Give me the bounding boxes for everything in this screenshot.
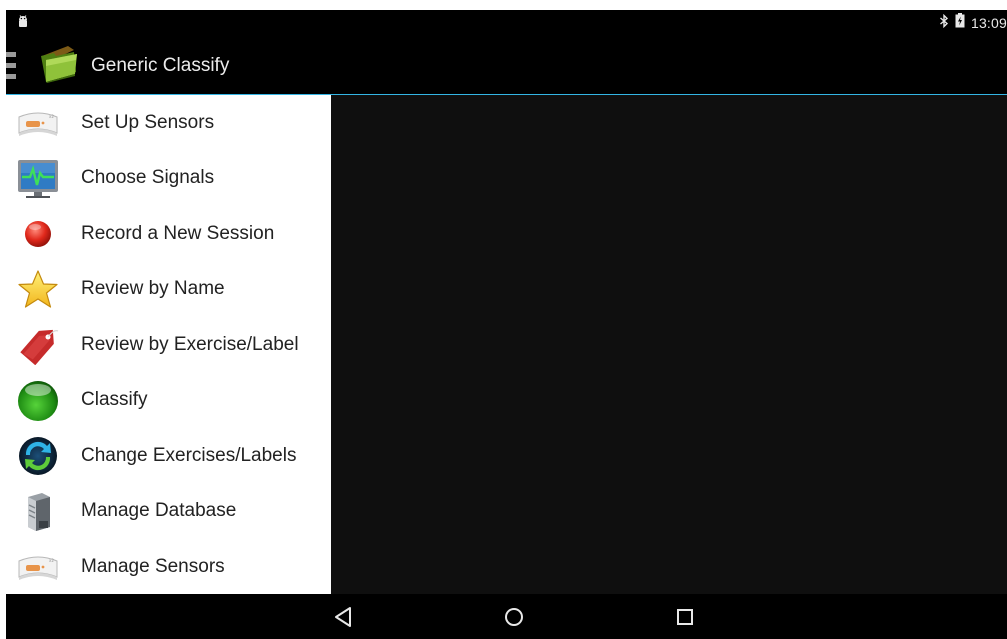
record-icon (14, 212, 62, 256)
svg-text:x2: x2 (49, 558, 54, 563)
drawer-item-label: Set Up Sensors (81, 111, 215, 133)
sensor-card-icon: x2 (14, 545, 62, 589)
tag-icon (14, 323, 62, 367)
drawer-item-manage-database[interactable]: Manage Database (6, 484, 331, 540)
drawer-item-review-by-name[interactable]: Review by Name (6, 262, 331, 318)
drawer-item-set-up-sensors[interactable]: x2 Set Up Sensors (6, 95, 331, 151)
android-debug-icon (17, 14, 29, 33)
drawer-item-label: Record a New Session (81, 222, 275, 244)
main-content (331, 95, 1007, 594)
drawer-item-label: Review by Name (81, 278, 225, 300)
device-screen: 13:09 Generic Classify x2 Set Up Sensors… (6, 10, 1007, 639)
system-nav-bar (6, 594, 1007, 639)
bluetooth-icon (939, 13, 949, 32)
drawer-item-classify[interactable]: Classify (6, 373, 331, 429)
drawer-item-record-session[interactable]: Record a New Session (6, 206, 331, 262)
drawer-item-choose-signals[interactable]: Choose Signals (6, 151, 331, 207)
drawer-item-label: Manage Sensors (81, 555, 225, 577)
drawer-item-review-by-exercise[interactable]: Review by Exercise/Label (6, 317, 331, 373)
status-time: 13:09 (970, 14, 1007, 31)
sync-icon (14, 434, 62, 478)
drawer-item-change-exercises[interactable]: Change Exercises/Labels (6, 428, 331, 484)
drawer-item-manage-sensors[interactable]: x2 Manage Sensors (6, 539, 331, 594)
star-icon (14, 268, 62, 312)
server-icon (14, 490, 62, 534)
drawer-item-label: Classify (81, 389, 148, 411)
drawer-item-label: Choose Signals (81, 167, 215, 189)
drawer-indicator-icon[interactable] (6, 50, 18, 82)
sensor-card-icon: x2 (14, 101, 62, 145)
green-ball-icon (14, 379, 62, 423)
drawer-item-label: Manage Database (81, 500, 237, 522)
app-title: Generic Classify (91, 55, 230, 76)
home-icon[interactable] (501, 604, 527, 630)
status-bar: 13:09 (6, 10, 1007, 34)
battery-charging-icon (955, 13, 965, 32)
action-bar: Generic Classify (6, 34, 1007, 95)
drawer-item-label: Review by Exercise/Label (81, 333, 299, 355)
folder-icon[interactable] (38, 42, 80, 88)
svg-text:x2: x2 (49, 114, 54, 119)
monitor-signal-icon (14, 157, 62, 201)
navigation-drawer: x2 Set Up Sensors Choose Signals Record … (6, 95, 331, 594)
recents-icon[interactable] (672, 604, 698, 630)
drawer-item-label: Change Exercises/Labels (81, 444, 297, 466)
back-icon[interactable] (330, 604, 356, 630)
